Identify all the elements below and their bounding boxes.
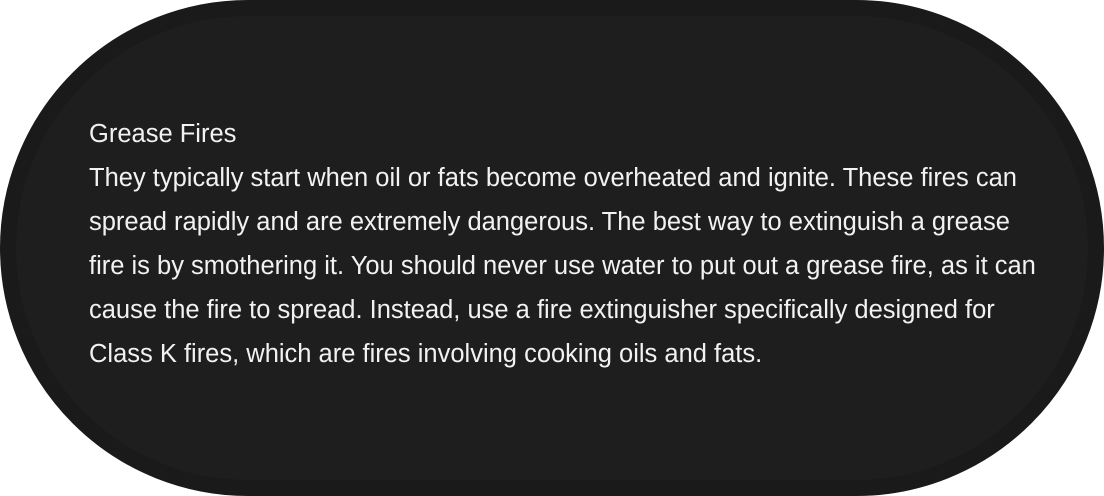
card-body: They typically start when oil or fats be… xyxy=(89,164,1036,368)
card-title: Grease Fires xyxy=(89,120,237,148)
card-content: Grease Fires They typically start when o… xyxy=(89,112,1049,376)
info-card: Grease Fires They typically start when o… xyxy=(0,0,1104,496)
